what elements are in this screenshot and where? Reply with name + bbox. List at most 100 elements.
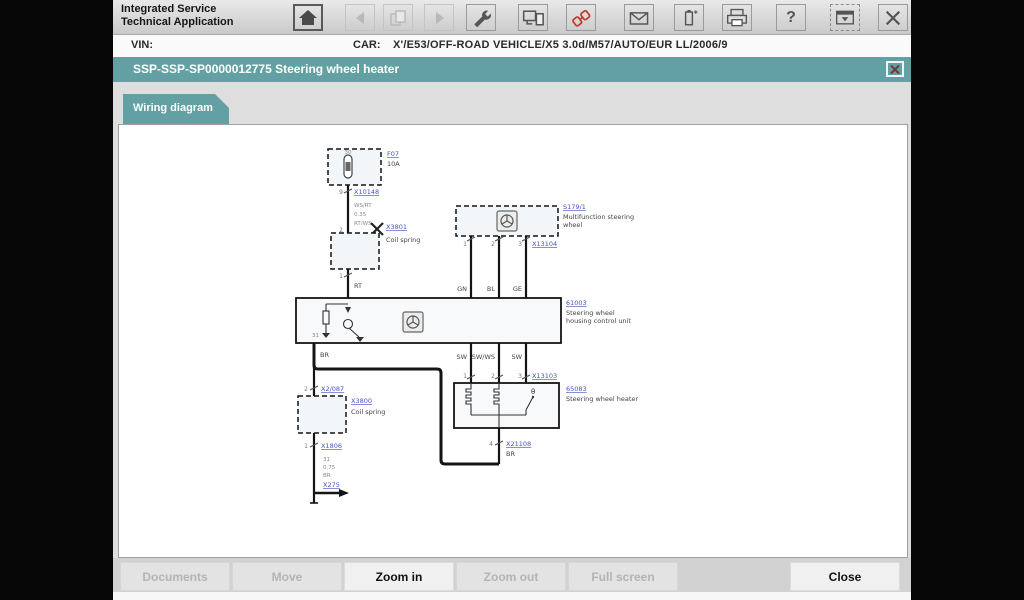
- help-button[interactable]: ?: [776, 4, 806, 31]
- wire-color-sw2: SW: [511, 353, 522, 361]
- mf-pin-2: 2: [491, 241, 495, 248]
- connector-x3801-link[interactable]: X3801: [386, 223, 407, 231]
- tools-button[interactable]: [466, 4, 496, 31]
- connector-x21108-link[interactable]: X21108: [506, 440, 531, 448]
- wire-color-swws: SW/WS: [472, 353, 495, 361]
- print-button[interactable]: [722, 4, 752, 31]
- document-title: SSP-SSP-SP0000012775 Steering wheel heat…: [133, 62, 400, 76]
- mf-wheel-name-2: wheel: [563, 221, 582, 229]
- mf-wheel-id-link[interactable]: S179/1: [563, 203, 586, 211]
- ground-arrow: [314, 489, 349, 497]
- ground-wire-spec-3: BR: [323, 473, 331, 479]
- control-unit-name-1: Steering wheel: [566, 309, 615, 317]
- history-button: [383, 4, 413, 31]
- wire-color-br-2: BR: [506, 450, 515, 458]
- minimize-window-button[interactable]: [830, 4, 860, 31]
- vin-label: VIN:: [131, 39, 153, 51]
- fuse-id-link[interactable]: F07: [387, 150, 399, 158]
- wire-color-bl: BL: [487, 285, 495, 293]
- documents-button: Documents: [120, 562, 230, 591]
- home-icon: [299, 9, 317, 25]
- wire-spec-2: 0.35: [354, 212, 367, 218]
- zoom-in-button[interactable]: Zoom in: [344, 562, 454, 591]
- ground-wire-spec-2: 0.75: [323, 465, 336, 471]
- car-value: X'/E53/OFF-ROAD VEHICLE/X5 3.0d/M57/AUTO…: [393, 39, 728, 51]
- app-title-line2: Technical Application: [121, 16, 234, 28]
- wire-rt-label: RT: [354, 282, 362, 290]
- fuse-rating: 10A: [387, 160, 400, 168]
- help-icon: ?: [786, 8, 796, 26]
- heater-component: θ 65083 Steering wheel heater: [453, 382, 638, 429]
- thermo-switch-glyph: θ: [531, 388, 535, 396]
- toolbar: Integrated Service Technical Application: [113, 0, 911, 35]
- wire-color-gn: GN: [457, 285, 467, 293]
- coil-lower-pin-in: 2: [304, 386, 308, 393]
- forward-arrow-icon: [436, 11, 444, 24]
- mail-button[interactable]: [624, 4, 654, 31]
- app-title-line1: Integrated Service: [121, 3, 217, 15]
- mf-wheel-name-1: Multifunction steering: [563, 213, 634, 221]
- tab-label: Wiring diagram: [133, 102, 213, 114]
- connector-x13103-link[interactable]: X13103: [532, 372, 557, 380]
- close-button[interactable]: Close: [790, 562, 900, 591]
- heater-pin-3: 3: [518, 373, 522, 380]
- control-unit-id-link[interactable]: 61003: [566, 299, 587, 307]
- close-icon: [890, 64, 900, 74]
- document-close-button[interactable]: [886, 61, 904, 77]
- plug-connection-icon: [572, 9, 591, 27]
- coil-lower-id-link[interactable]: X3800: [351, 397, 372, 405]
- connector-x2087-link[interactable]: X2/087: [321, 385, 344, 393]
- close-icon: [885, 10, 901, 25]
- coil-spring-upper-box: [330, 232, 380, 270]
- battery-button[interactable]: [674, 4, 704, 31]
- control-unit-component: 31 61003 Steering wheel housing control …: [295, 297, 631, 344]
- wire-color-br-1: BR: [320, 351, 329, 359]
- coil-upper-name: Coil spring: [386, 236, 420, 244]
- ground-wire-spec-1: 31: [323, 457, 330, 463]
- connector-x10148-link[interactable]: X10148: [354, 188, 379, 196]
- bottom-strip: [113, 592, 911, 600]
- ground-point-x275-link[interactable]: X275: [323, 481, 340, 489]
- wiring-diagram: 30 F07 10A 9 X10148 WS/RT 0.35 RT/WS 2 X…: [295, 148, 638, 504]
- document-header: SSP-SSP-SP0000012775 Steering wheel heat…: [113, 57, 911, 82]
- printer-icon: [727, 8, 747, 26]
- steering-wheel-icon: [496, 210, 518, 232]
- control-unit-name-2: housing control unit: [566, 317, 631, 325]
- pages-icon: [390, 9, 406, 26]
- heater-id-link[interactable]: 65083: [566, 385, 587, 393]
- coil-upper-pin-out: 1: [339, 273, 343, 280]
- wrench-icon: [474, 10, 491, 27]
- coil-spring-lower-box: [297, 395, 347, 434]
- wire-spec-1: WS/RT: [354, 203, 372, 209]
- back-button: [345, 4, 375, 31]
- tab-wiring-diagram[interactable]: Wiring diagram: [123, 94, 229, 124]
- move-button: Move: [232, 562, 342, 591]
- ground-pin-label: 31: [312, 333, 319, 339]
- forward-button: [424, 4, 454, 31]
- zoom-out-button: Zoom out: [456, 562, 566, 591]
- mf-pin-3: 3: [518, 241, 522, 248]
- wire-color-ge: GE: [513, 285, 522, 293]
- wire-color-sw1: SW: [456, 353, 467, 361]
- battery-icon: [684, 9, 698, 25]
- home-button[interactable]: [293, 4, 323, 31]
- heater-pin-2: 2: [491, 373, 495, 380]
- heater-pin-out: 4: [489, 441, 493, 448]
- fuse-component: 30 F07 10A: [327, 148, 400, 186]
- devices-button[interactable]: [518, 4, 548, 31]
- multifunction-wheel-component: S179/1 Multifunction steering wheel: [455, 203, 634, 237]
- coil-lower-pin-out: 1: [304, 443, 308, 450]
- steering-wheel-icon: [402, 311, 424, 333]
- devices-icon: [522, 9, 544, 26]
- connector-x13104-link[interactable]: X13104: [532, 240, 557, 248]
- app-window: Integrated Service Technical Application: [113, 0, 911, 600]
- window-minimize-icon: [836, 10, 854, 25]
- close-app-button[interactable]: [878, 4, 908, 31]
- wire-spec-3: RT/WS: [354, 221, 372, 227]
- connection-button[interactable]: [566, 4, 596, 31]
- coil-lower-name: Coil spring: [351, 408, 385, 416]
- wiring-diagram-panel: 30 F07 10A 9 X10148 WS/RT 0.35 RT/WS 2 X…: [118, 124, 908, 558]
- vehicle-bar: VIN: CAR: X'/E53/OFF-ROAD VEHICLE/X5 3.0…: [113, 35, 911, 57]
- connector-x1806-link[interactable]: X1806: [321, 442, 342, 450]
- fuse-pin-out: 9: [339, 189, 343, 196]
